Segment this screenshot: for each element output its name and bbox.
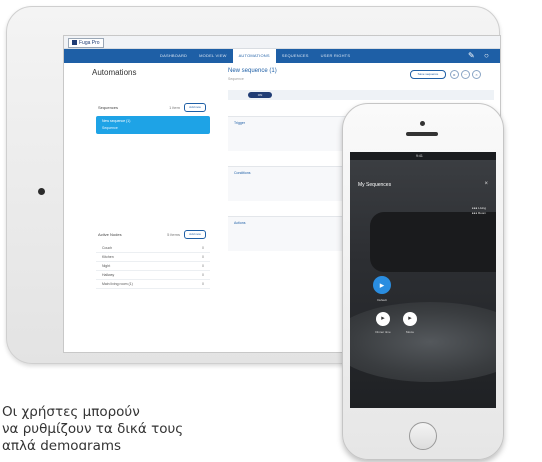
sequence-name: New sequence (1) xyxy=(102,119,131,123)
node-name: Kitchen xyxy=(102,255,114,259)
logo-icon xyxy=(72,40,77,45)
movie-label: Movie xyxy=(405,330,414,334)
default-sequence-label: Default xyxy=(377,298,387,302)
node-name: Couch xyxy=(102,246,113,250)
sequences-label: Sequences xyxy=(98,105,119,110)
node-name: Night xyxy=(102,264,111,268)
tab-automations[interactable]: AUTOMATIONS xyxy=(232,49,276,63)
sequence-sub: Sequence xyxy=(102,126,118,130)
tab-user-rights[interactable]: USER RIGHTS xyxy=(315,49,357,63)
top-navbar: DASHBOARD MODEL VIEW AUTOMATIONS SEQUENC… xyxy=(64,49,500,63)
sequences-count: 1 item xyxy=(169,105,180,110)
phone-home-button[interactable] xyxy=(409,422,437,450)
toggle-row: ON xyxy=(228,90,494,100)
app-title: Fuga Pro xyxy=(79,40,100,46)
room-badge: ●●● Living ●●● Room xyxy=(472,206,486,216)
background-table xyxy=(350,302,496,382)
list-item[interactable]: Couch 0 xyxy=(96,244,210,253)
node-name: Main living room (1) xyxy=(102,282,133,286)
tab-sequences[interactable]: SEQUENCES xyxy=(276,49,315,63)
background-sofa xyxy=(370,212,496,272)
node-value: 0 xyxy=(202,255,204,259)
save-sequence-button[interactable]: Save sequence xyxy=(410,70,446,79)
sequence-title: New sequence (1) xyxy=(228,68,277,74)
status-time: 9:41 xyxy=(416,154,423,158)
nav-tabs: DASHBOARD MODEL VIEW AUTOMATIONS SEQUENC… xyxy=(154,49,356,63)
sequences-header: Sequences 1 item Add new xyxy=(92,102,210,112)
node-value: 0 xyxy=(202,273,204,277)
node-value: 0 xyxy=(202,246,204,250)
wrench-icon[interactable]: ✎ xyxy=(468,52,476,60)
phone-camera xyxy=(420,121,425,126)
enable-toggle[interactable]: ON xyxy=(248,92,272,98)
node-value: 0 xyxy=(202,264,204,268)
caption-text: Οι χρήστες μπορούν να ρυθμίζουν τα δικά … xyxy=(2,404,332,450)
nodes-count: 5 items xyxy=(167,232,180,237)
app-logo: Fuga Pro xyxy=(68,38,104,48)
sequence-list-item[interactable]: New sequence (1) Sequence xyxy=(96,116,210,134)
list-item[interactable]: Night 0 xyxy=(96,262,210,271)
user-icon[interactable]: ○ xyxy=(484,52,492,60)
caption-line: απλά demograms xyxy=(2,438,122,450)
list-item[interactable]: Kitchen 0 xyxy=(96,253,210,262)
list-item[interactable]: Hallway 0 xyxy=(96,271,210,280)
section-head[interactable]: Actions xyxy=(234,221,245,225)
tab-model-view[interactable]: MODEL VIEW xyxy=(193,49,232,63)
phone-status-bar: 9:41 xyxy=(350,152,496,160)
more-icon[interactable]: ⋯ xyxy=(461,70,470,79)
node-list: Couch 0 Kitchen 0 Night 0 Hallway 0 Main liv… xyxy=(96,244,210,289)
phone-device: 9:41 My Sequences × ●●● Living ●●● Room … xyxy=(342,103,504,460)
left-panel: Automations Sequences 1 item Add new New… xyxy=(92,68,210,348)
play-icon[interactable]: ▸ xyxy=(450,70,459,79)
dinner-play-button[interactable]: ▸ xyxy=(376,312,390,326)
add-node-button[interactable]: Add new xyxy=(184,230,206,239)
nodes-header: Active Nodes 5 items Add new xyxy=(92,229,210,239)
nodes-label: Active Nodes xyxy=(98,232,122,237)
movie-play-button[interactable]: ▸ xyxy=(403,312,417,326)
caption-line: Οι χρήστες μπορούν xyxy=(2,404,140,420)
phone-screen: 9:41 My Sequences × ●●● Living ●●● Room … xyxy=(350,152,496,408)
phone-title: My Sequences xyxy=(358,182,392,188)
section-head[interactable]: Trigger xyxy=(234,121,245,125)
page-title: Automations xyxy=(92,68,137,77)
close-icon[interactable]: × xyxy=(484,181,488,187)
delete-icon[interactable]: × xyxy=(472,70,481,79)
phone-speaker xyxy=(406,132,438,136)
window-titlebar: Fuga Pro xyxy=(64,36,500,49)
node-value: 0 xyxy=(202,282,204,286)
add-sequence-button[interactable]: Add new xyxy=(184,103,206,112)
caption-line: να ρυθμίζουν τα δικά τους xyxy=(2,421,184,437)
nav-icons: ✎ ○ xyxy=(468,52,492,60)
default-sequence-button[interactable]: ▸ xyxy=(373,276,391,294)
section-head[interactable]: Conditions xyxy=(234,171,251,175)
badge-line: ●●● Room xyxy=(471,211,486,215)
list-item[interactable]: Main living room (1) 0 xyxy=(96,280,210,289)
tablet-home-sensor xyxy=(38,188,45,195)
tab-dashboard[interactable]: DASHBOARD xyxy=(154,49,193,63)
sequence-subtitle: Sequence xyxy=(228,77,244,81)
node-name: Hallway xyxy=(102,273,115,277)
